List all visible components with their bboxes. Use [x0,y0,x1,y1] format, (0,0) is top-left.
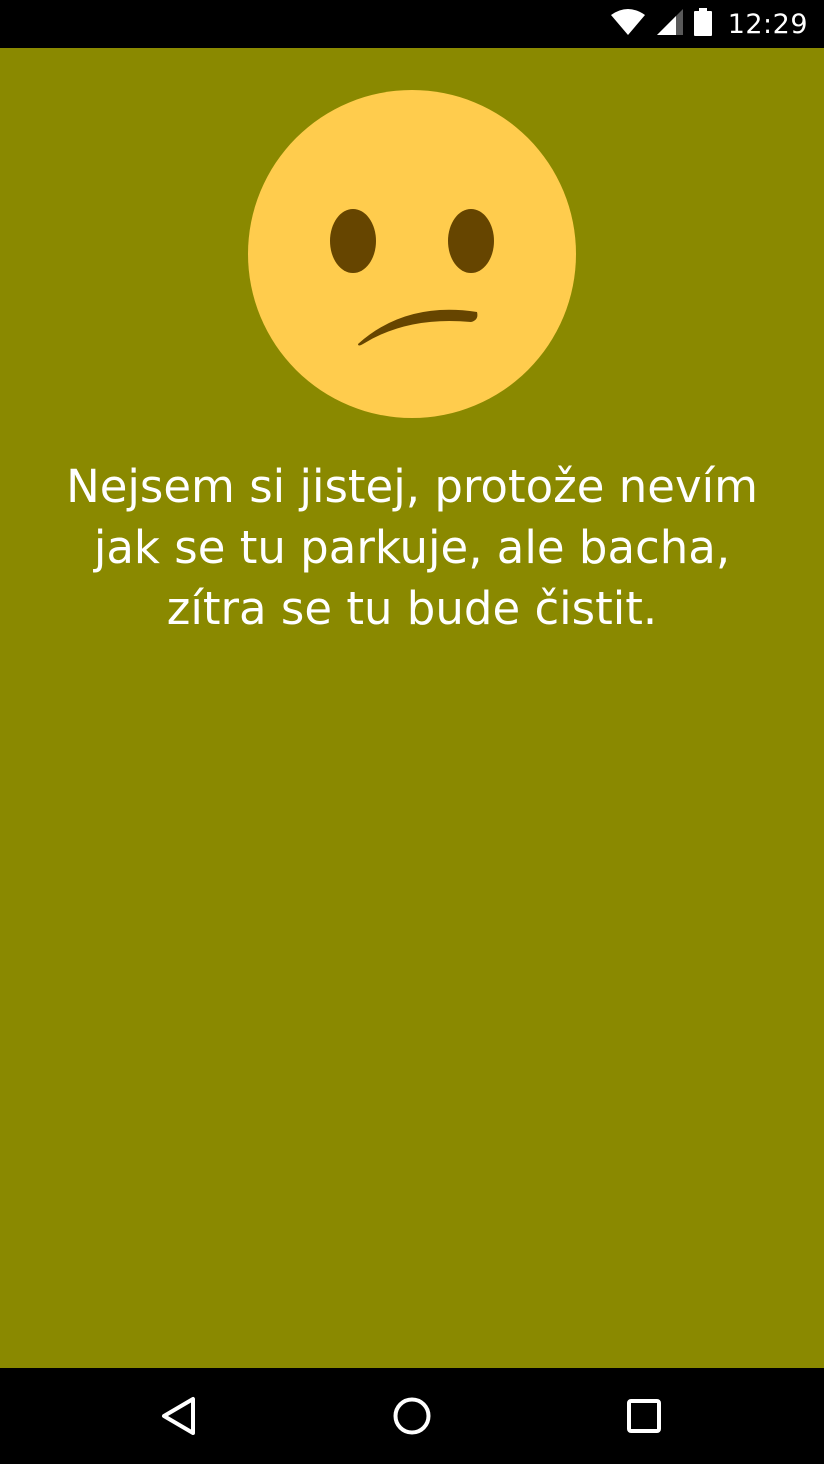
back-button[interactable] [120,1368,240,1464]
cellular-signal-icon [656,8,684,40]
battery-icon [693,8,712,40]
status-bar: 12:29 [0,0,824,48]
recents-button[interactable] [584,1368,704,1464]
status-time: 12:29 [727,8,808,40]
home-icon [393,1397,431,1435]
app-screen: 12:29 Nejsem si jistej, protože nevím ja… [0,0,824,1464]
navigation-bar [0,1368,824,1464]
main-content: Nejsem si jistej, protože nevím jak se t… [0,48,824,1368]
message-text: Nejsem si jistej, protože nevím jak se t… [66,460,758,635]
recents-icon [627,1399,661,1433]
wifi-icon [610,8,646,40]
confused-face-icon [248,90,576,418]
home-button[interactable] [352,1368,472,1464]
back-icon [162,1397,195,1435]
status-icons: 12:29 [610,0,808,48]
